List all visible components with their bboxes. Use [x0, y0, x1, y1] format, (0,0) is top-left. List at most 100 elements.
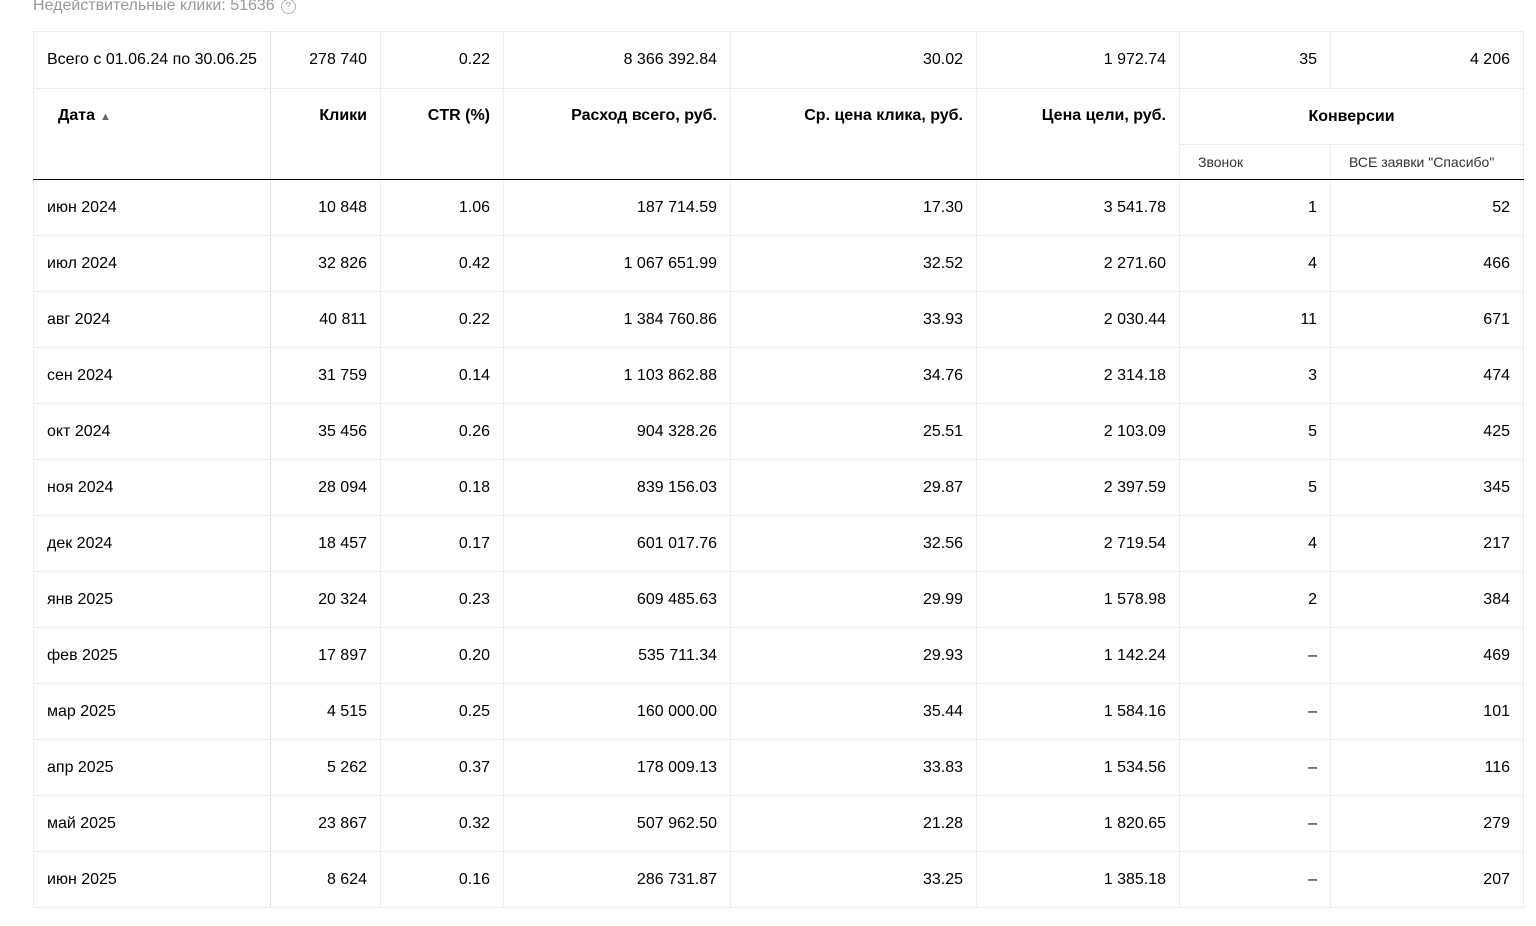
header-row: Дата ▲ Клики CTR (%) Расход всего, руб. С…: [33, 88, 1524, 180]
cell-goal-price: 2 103.09: [976, 403, 1180, 460]
cell-ctr: 0.26: [380, 403, 504, 460]
cell-ctr: 0.17: [380, 515, 504, 572]
total-clicks: 278 740: [270, 31, 381, 89]
cell-date: авг 2024: [33, 291, 271, 348]
cell-cpc: 25.51: [730, 403, 977, 460]
cell-cpc: 29.93: [730, 627, 977, 684]
cell-thanks: 116: [1330, 739, 1524, 796]
column-group-conversions: Конверсии: [1179, 88, 1524, 145]
cell-date: май 2025: [33, 795, 271, 852]
cell-calls: 3: [1179, 347, 1331, 404]
cell-thanks: 474: [1330, 347, 1524, 404]
column-header-thanks[interactable]: ВСЕ заявки "Спасибо": [1330, 144, 1524, 180]
cell-ctr: 0.37: [380, 739, 504, 796]
column-header-date[interactable]: Дата ▲: [33, 88, 271, 180]
cell-spend: 187 714.59: [503, 179, 731, 236]
cell-spend: 178 009.13: [503, 739, 731, 796]
help-icon[interactable]: ?: [280, 0, 296, 14]
cell-goal-price: 2 030.44: [976, 291, 1180, 348]
table-row: апр 2025 5 262 0.37 178 009.13 33.83 1 534.56…: [33, 739, 1524, 796]
cell-clicks: 31 759: [270, 347, 381, 404]
sort-ascending-icon[interactable]: ▲: [100, 111, 111, 123]
cell-spend: 535 711.34: [503, 627, 731, 684]
cell-spend: 1 067 651.99: [503, 235, 731, 292]
cell-clicks: 20 324: [270, 571, 381, 628]
cell-ctr: 0.32: [380, 795, 504, 852]
cell-calls: –: [1179, 683, 1331, 740]
cell-goal-price: 1 584.16: [976, 683, 1180, 740]
cell-spend: 609 485.63: [503, 571, 731, 628]
table-row: июл 2024 32 826 0.42 1 067 651.99 32.52 2 271…: [33, 235, 1524, 292]
cell-cpc: 33.25: [730, 851, 977, 908]
cell-date: сен 2024: [33, 347, 271, 404]
table-row: фев 2025 17 897 0.20 535 711.34 29.93 1 142.2…: [33, 627, 1524, 684]
cell-clicks: 32 826: [270, 235, 381, 292]
total-spend: 8 366 392.84: [503, 31, 731, 89]
cell-ctr: 1.06: [380, 179, 504, 236]
cell-cpc: 21.28: [730, 795, 977, 852]
column-header-calls[interactable]: Звонок: [1179, 144, 1331, 180]
cell-date: фев 2025: [33, 627, 271, 684]
data-rows: июн 2024 10 848 1.06 187 714.59 17.30 3 541.7…: [33, 179, 1524, 908]
total-cpc: 30.02: [730, 31, 977, 89]
cell-ctr: 0.14: [380, 347, 504, 404]
cell-clicks: 10 848: [270, 179, 381, 236]
table-row: сен 2024 31 759 0.14 1 103 862.88 34.76 2 314…: [33, 347, 1524, 404]
cell-date: ноя 2024: [33, 459, 271, 516]
cell-thanks: 671: [1330, 291, 1524, 348]
cell-spend: 1 103 862.88: [503, 347, 731, 404]
cell-cpc: 34.76: [730, 347, 977, 404]
cell-goal-price: 3 541.78: [976, 179, 1180, 236]
cell-date: июл 2024: [33, 235, 271, 292]
cell-clicks: 8 624: [270, 851, 381, 908]
cell-calls: 1: [1179, 179, 1331, 236]
cell-cpc: 32.56: [730, 515, 977, 572]
cell-thanks: 217: [1330, 515, 1524, 572]
cell-thanks: 207: [1330, 851, 1524, 908]
cell-thanks: 384: [1330, 571, 1524, 628]
cell-cpc: 29.99: [730, 571, 977, 628]
column-header-ctr[interactable]: CTR (%): [380, 88, 504, 180]
column-header-spend[interactable]: Расход всего, руб.: [503, 88, 731, 180]
cell-calls: 11: [1179, 291, 1331, 348]
cell-calls: –: [1179, 627, 1331, 684]
cell-cpc: 35.44: [730, 683, 977, 740]
report-table: Всего с 01.06.24 по 30.06.25 278 740 0.2…: [33, 31, 1524, 908]
cell-goal-price: 1 534.56: [976, 739, 1180, 796]
column-header-cpc[interactable]: Ср. цена клика, руб.: [730, 88, 977, 180]
cell-goal-price: 2 397.59: [976, 459, 1180, 516]
cell-spend: 286 731.87: [503, 851, 731, 908]
cell-date: апр 2025: [33, 739, 271, 796]
cell-date: мар 2025: [33, 683, 271, 740]
cell-goal-price: 1 820.65: [976, 795, 1180, 852]
cell-goal-price: 1 578.98: [976, 571, 1180, 628]
cell-spend: 904 328.26: [503, 403, 731, 460]
cell-goal-price: 2 314.18: [976, 347, 1180, 404]
column-header-date-label: Дата: [58, 107, 96, 124]
table-row: июн 2024 10 848 1.06 187 714.59 17.30 3 541.7…: [33, 179, 1524, 236]
invalid-clicks-note: Недействительные клики: 51636?: [33, 0, 296, 16]
cell-date: янв 2025: [33, 571, 271, 628]
column-header-goal-price[interactable]: Цена цели, руб.: [976, 88, 1180, 180]
cell-cpc: 33.83: [730, 739, 977, 796]
cell-ctr: 0.42: [380, 235, 504, 292]
total-row: Всего с 01.06.24 по 30.06.25 278 740 0.2…: [33, 31, 1524, 89]
cell-ctr: 0.18: [380, 459, 504, 516]
cell-clicks: 23 867: [270, 795, 381, 852]
cell-calls: 2: [1179, 571, 1331, 628]
cell-goal-price: 1 385.18: [976, 851, 1180, 908]
cell-goal-price: 1 142.24: [976, 627, 1180, 684]
cell-clicks: 4 515: [270, 683, 381, 740]
cell-date: дек 2024: [33, 515, 271, 572]
cell-ctr: 0.22: [380, 291, 504, 348]
column-header-clicks[interactable]: Клики: [270, 88, 381, 180]
cell-thanks: 52: [1330, 179, 1524, 236]
total-calls: 35: [1179, 31, 1331, 89]
cell-calls: 4: [1179, 515, 1331, 572]
cell-cpc: 32.52: [730, 235, 977, 292]
cell-clicks: 18 457: [270, 515, 381, 572]
cell-thanks: 425: [1330, 403, 1524, 460]
invalid-clicks-text: Недействительные клики: 51636: [33, 0, 275, 14]
total-goal-price: 1 972.74: [976, 31, 1180, 89]
cell-calls: –: [1179, 739, 1331, 796]
